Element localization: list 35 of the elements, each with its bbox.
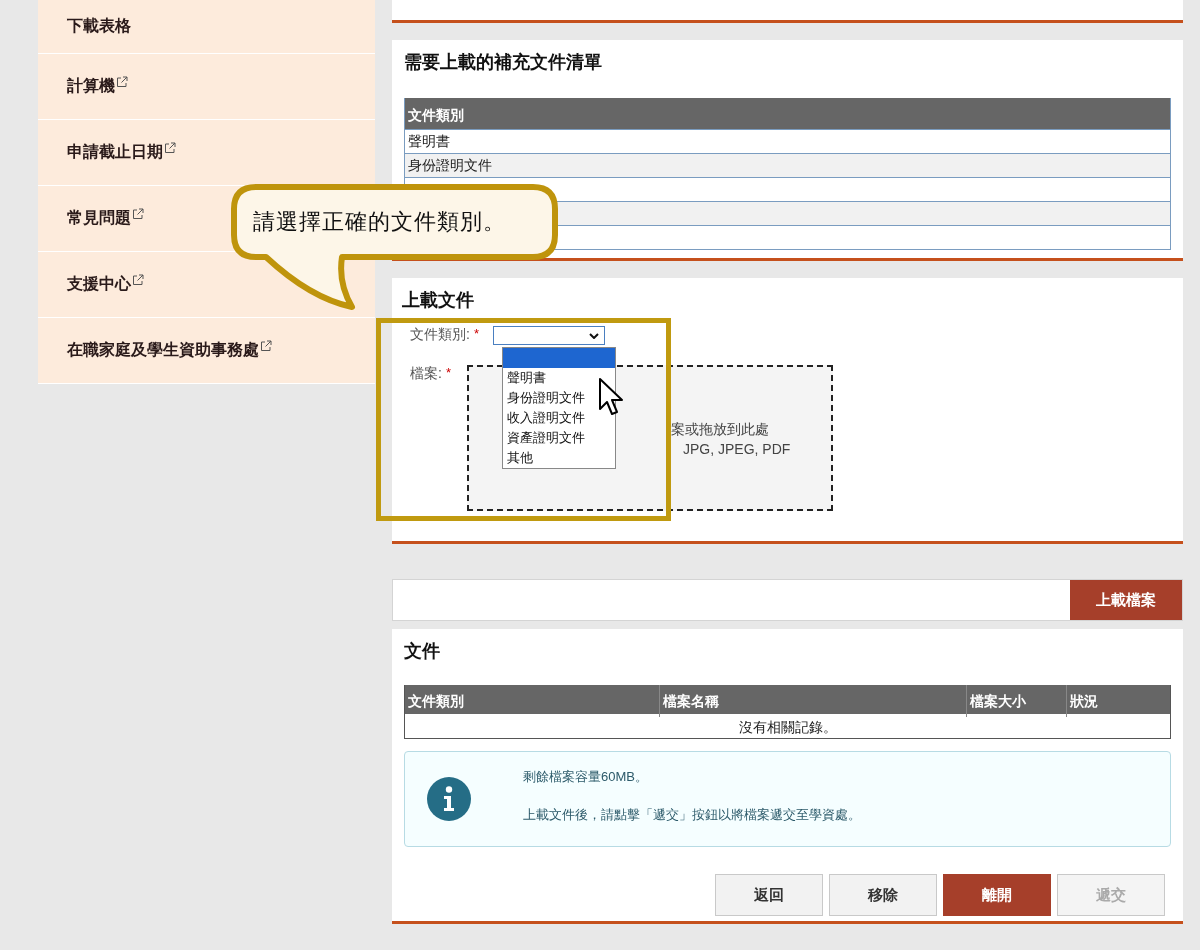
dropdown-option[interactable]: 聲明書 [503, 368, 615, 388]
info-text: 剩餘檔案容量60MB。 [523, 768, 649, 786]
sidebar-link[interactable]: 計算機 [67, 76, 115, 97]
column-header: 狀況 [1066, 685, 1170, 717]
section-title: 需要上載的補充文件清單 [404, 51, 603, 74]
sidebar-link[interactable]: 支援中心 [67, 274, 131, 295]
dropdown-option[interactable]: 收入證明文件 [503, 408, 615, 428]
action-button[interactable]: 移除 [829, 874, 937, 916]
drop-hint: 案或拖放到此處 [670, 420, 769, 439]
info-icon [427, 777, 471, 821]
field-label: 檔案: [410, 365, 442, 383]
action-button[interactable]: 離開 [943, 874, 1051, 916]
table-cell: 身份證明文件 [405, 153, 1170, 177]
table-header: 文件類別 [405, 98, 1170, 129]
sidebar-link[interactable]: 在職家庭及學生資助事務處 [67, 340, 259, 361]
action-button[interactable]: 返回 [715, 874, 823, 916]
info-text: 上載文件後，請點擊「遞交」按鈕以將檔案遞交至學資處。 [523, 806, 861, 824]
empty-message: 沒有相關記錄。 [737, 718, 838, 737]
column-header: 檔案大小 [966, 685, 1066, 717]
sidebar-link[interactable]: 常見問題 [67, 208, 131, 229]
section-title: 文件 [404, 640, 441, 663]
column-header: 文件類別 [407, 692, 465, 711]
field-label: 文件類別: [410, 326, 470, 344]
callout-text: 請選擇正確的文件類別。 [253, 208, 506, 236]
column-header: 檔案名稱 [659, 685, 966, 717]
type-select[interactable] [492, 326, 605, 345]
sidebar-link[interactable]: 申請截止日期 [67, 142, 163, 163]
required-mark: * [473, 326, 479, 341]
drop-hint: JPG, JPEG, PDF [682, 440, 791, 459]
required-mark: * [445, 365, 451, 380]
dropdown-option[interactable]: 其他 [503, 448, 615, 468]
sidebar-link[interactable]: 下載表格 [67, 16, 131, 37]
section-title: 上載文件 [402, 289, 475, 312]
dropdown-option[interactable]: 資產證明文件 [503, 428, 615, 448]
chevron-icon [588, 333, 599, 339]
